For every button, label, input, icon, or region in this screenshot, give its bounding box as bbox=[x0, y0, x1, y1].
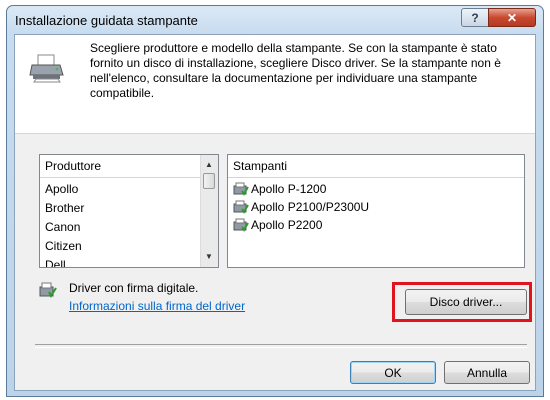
printer-item[interactable]: Apollo P-1200 bbox=[233, 180, 369, 198]
manufacturer-column-header[interactable]: Produttore bbox=[40, 155, 218, 178]
manufacturer-item[interactable]: Canon bbox=[45, 218, 84, 237]
scroll-down-icon[interactable]: ▼ bbox=[201, 249, 217, 265]
scroll-thumb[interactable] bbox=[203, 173, 215, 189]
title-bar[interactable]: Installazione guidata stampante ? ✕ bbox=[7, 6, 543, 34]
close-button[interactable]: ✕ bbox=[488, 8, 536, 27]
manufacturer-item[interactable]: Dell bbox=[45, 256, 84, 267]
printer-column-header[interactable]: Stampanti bbox=[228, 155, 524, 178]
wizard-description: Scegliere produttore e modello della sta… bbox=[90, 41, 501, 100]
printer-icon bbox=[29, 54, 64, 83]
manufacturer-item[interactable]: Apollo bbox=[45, 180, 84, 199]
window-title: Installazione guidata stampante bbox=[15, 13, 198, 28]
have-disk-button[interactable]: Disco driver... bbox=[405, 289, 527, 315]
signed-driver-icon bbox=[233, 200, 249, 214]
header-panel: Scegliere produttore e modello della sta… bbox=[15, 35, 535, 134]
signed-driver-icon bbox=[233, 218, 249, 232]
dialog-body: Scegliere produttore e modello della sta… bbox=[14, 34, 536, 391]
cancel-button[interactable]: Annulla bbox=[444, 361, 530, 384]
help-button[interactable]: ? bbox=[461, 8, 489, 27]
printer-item-label: Apollo P-1200 bbox=[251, 182, 327, 196]
printer-item[interactable]: Apollo P2200 bbox=[233, 216, 369, 234]
printer-list[interactable]: Stampanti Apollo P-1200 Apollo P2100/P23… bbox=[227, 154, 525, 268]
signed-driver-text: Driver con firma digitale. bbox=[69, 281, 199, 295]
manufacturer-item[interactable]: Citizen bbox=[45, 237, 84, 256]
separator bbox=[35, 344, 527, 348]
printer-item[interactable]: Apollo P2100/P2300U bbox=[233, 198, 369, 216]
signed-driver-icon bbox=[39, 282, 57, 298]
scroll-up-icon[interactable]: ▲ bbox=[201, 157, 217, 173]
ok-button[interactable]: OK bbox=[350, 361, 436, 384]
manufacturer-item[interactable]: Brother bbox=[45, 199, 84, 218]
wizard-window: Installazione guidata stampante ? ✕ Sceg… bbox=[6, 5, 544, 397]
signed-driver-icon bbox=[233, 182, 249, 196]
manufacturer-list[interactable]: Produttore Apollo Brother Canon Citizen … bbox=[39, 154, 219, 268]
printer-item-label: Apollo P2200 bbox=[251, 218, 323, 232]
signature-info-link[interactable]: Informazioni sulla firma del driver bbox=[69, 299, 245, 313]
printer-item-label: Apollo P2100/P2300U bbox=[251, 200, 370, 214]
manufacturer-scrollbar[interactable]: ▲ ▼ bbox=[200, 155, 218, 267]
